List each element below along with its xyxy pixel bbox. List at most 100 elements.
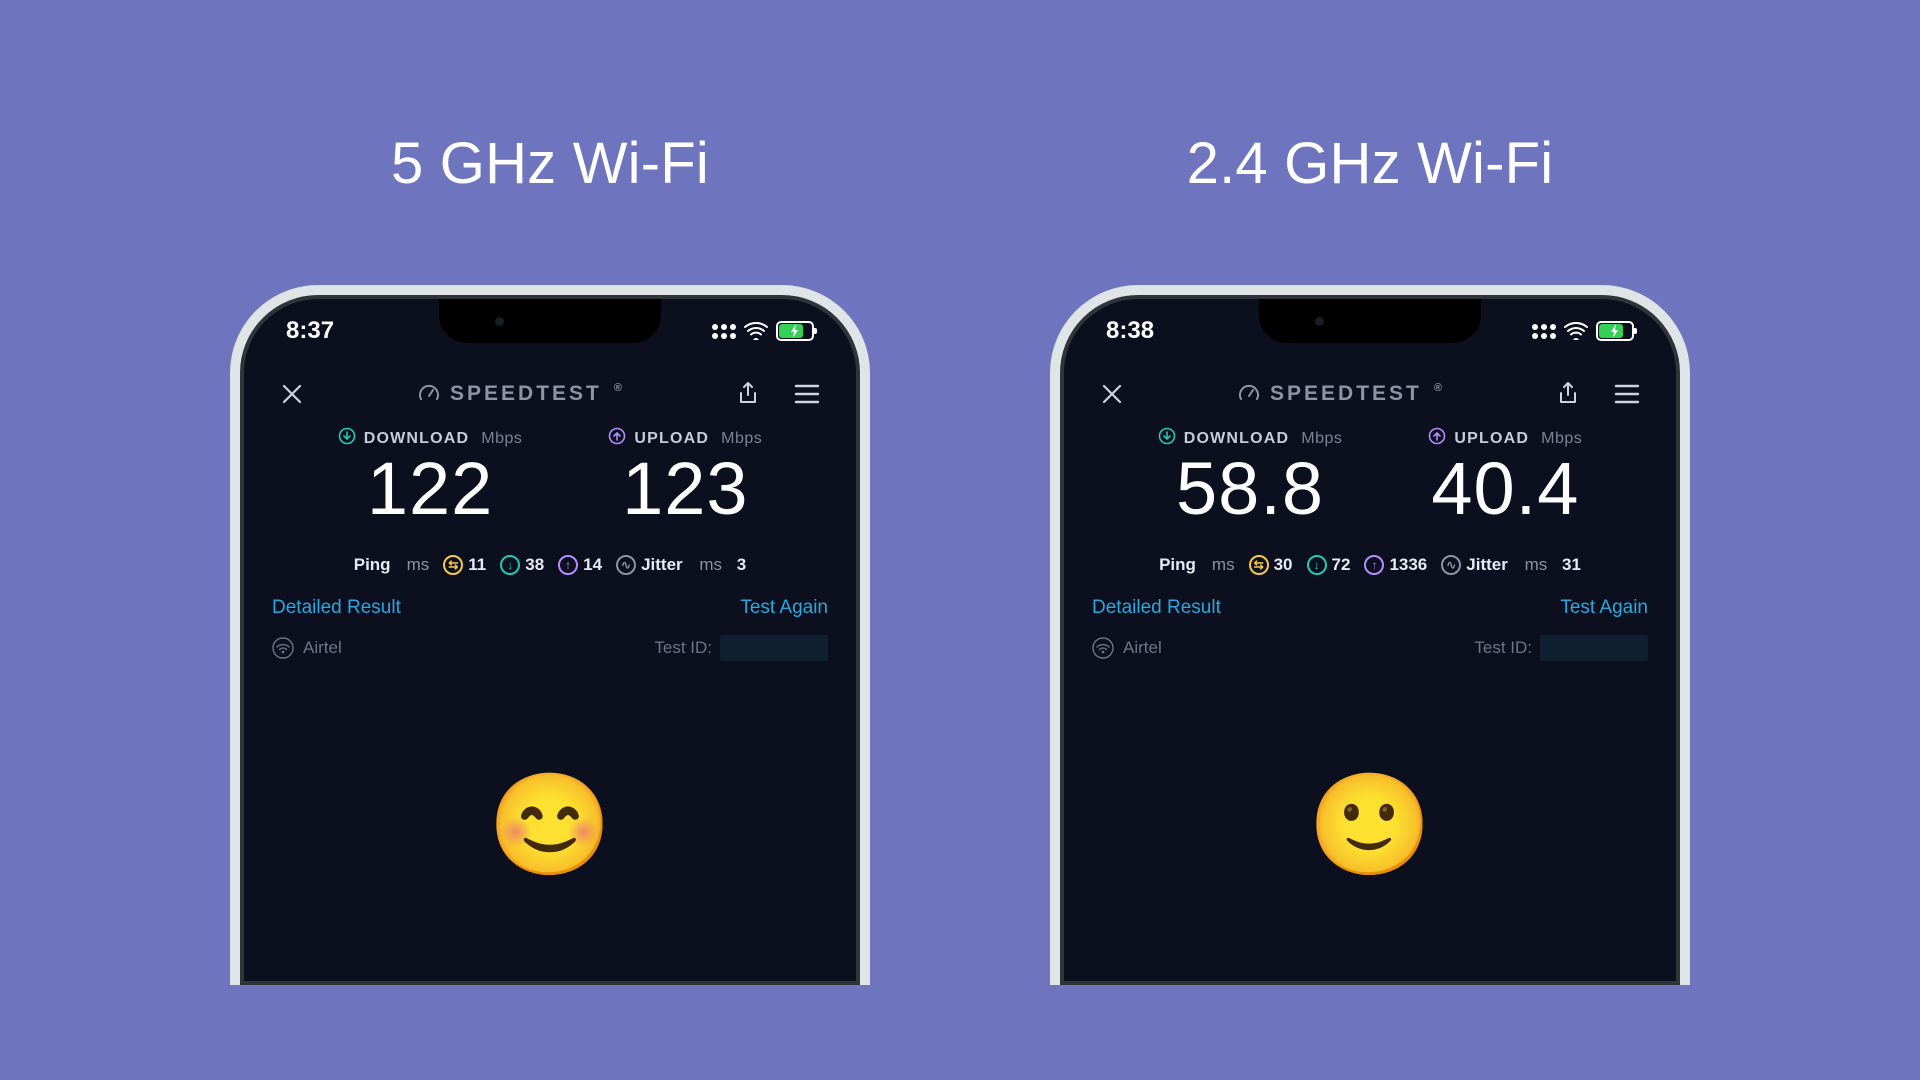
share-button[interactable]	[730, 375, 766, 413]
reaction-emoji: 🙂	[1064, 767, 1676, 884]
app-brand: SPEEDTEST ®	[418, 382, 622, 406]
download-label: DOWNLOAD	[364, 430, 470, 448]
testid-right: Test ID:	[1474, 635, 1648, 661]
upload-value: 40.4	[1431, 452, 1579, 526]
ping-upload-icon: ↑	[558, 555, 578, 575]
wifi-small-icon	[272, 637, 294, 659]
app-brand-text: SPEEDTEST	[450, 382, 602, 406]
column-24ghz: 2.4 GHz Wi-Fi 8:38	[1050, 130, 1690, 985]
app-brand: SPEEDTEST ®	[1238, 382, 1442, 406]
upload-value: 123	[622, 452, 748, 526]
trademark-symbol: ®	[1434, 382, 1442, 394]
ping-upload-value: 1336	[1389, 555, 1427, 575]
download-block: DOWNLOAD Mbps 122	[338, 427, 523, 526]
isp-left: Airtel	[272, 637, 342, 659]
column-5ghz: 5 GHz Wi-Fi 8:37	[230, 130, 870, 985]
status-right	[1532, 321, 1634, 341]
testid-redacted	[1540, 635, 1648, 661]
gauge-icon	[418, 383, 440, 405]
test-again-link[interactable]: Test Again	[740, 597, 828, 619]
battery-charging-icon	[1596, 321, 1634, 341]
ping-row: Ping ms ⇆30 ↓72 ↑1336 ∿Jitter ms 31	[1064, 555, 1676, 575]
ping-download-value: 72	[1332, 555, 1351, 575]
battery-charging-icon	[776, 321, 814, 341]
wifi-small-icon	[1092, 637, 1114, 659]
test-again-link[interactable]: Test Again	[1560, 597, 1648, 619]
detailed-result-link[interactable]: Detailed Result	[1092, 597, 1221, 619]
title-5ghz: 5 GHz Wi-Fi	[391, 130, 709, 197]
ping-label: Ping	[1159, 555, 1196, 575]
ping-upload-metric: ↑14	[558, 555, 602, 575]
status-time: 8:37	[286, 317, 334, 345]
menu-button[interactable]	[788, 377, 826, 411]
gauge-icon	[1238, 383, 1260, 405]
ping-upload-metric: ↑1336	[1364, 555, 1427, 575]
jitter-icon: ∿	[1441, 555, 1461, 575]
ping-download-icon: ↓	[1307, 555, 1327, 575]
jitter-value: 3	[737, 555, 746, 575]
download-value: 58.8	[1176, 452, 1324, 526]
ping-upload-value: 14	[583, 555, 602, 575]
jitter-label: Jitter	[641, 555, 683, 575]
download-block: DOWNLOAD Mbps 58.8	[1158, 427, 1343, 526]
ping-idle-icon: ⇆	[443, 555, 463, 575]
phone-frame-24ghz: 8:38	[1050, 285, 1690, 985]
cellular-signal-icon	[712, 324, 736, 339]
jitter-metric: ∿Jitter ms 3	[616, 555, 746, 575]
upload-label: UPLOAD	[1454, 430, 1529, 448]
download-icon	[1158, 427, 1176, 450]
link-row: Detailed Result Test Again	[1064, 597, 1676, 619]
upload-label: UPLOAD	[634, 430, 709, 448]
close-button[interactable]	[274, 376, 310, 412]
download-unit: Mbps	[1301, 430, 1342, 448]
isp-name: Airtel	[1123, 638, 1162, 658]
phone-screen: 8:38	[1060, 295, 1680, 985]
speed-row: DOWNLOAD Mbps 58.8 UPLOAD Mbps 40.4	[1064, 427, 1676, 526]
ping-download-metric: ↓72	[1307, 555, 1351, 575]
notch	[1259, 299, 1481, 343]
jitter-unit: ms	[1525, 555, 1548, 575]
link-row: Detailed Result Test Again	[244, 597, 856, 619]
trademark-symbol: ®	[614, 382, 622, 394]
speed-row: DOWNLOAD Mbps 122 UPLOAD Mbps 123	[244, 427, 856, 526]
upload-block: UPLOAD Mbps 40.4	[1428, 427, 1582, 526]
status-time: 8:38	[1106, 317, 1154, 345]
status-right	[712, 321, 814, 341]
detailed-result-link[interactable]: Detailed Result	[272, 597, 401, 619]
upload-block: UPLOAD Mbps 123	[608, 427, 762, 526]
download-unit: Mbps	[481, 430, 522, 448]
phone-frame-5ghz: 8:37	[230, 285, 870, 985]
testid-right: Test ID:	[654, 635, 828, 661]
ping-idle-metric: ⇆11	[443, 555, 486, 575]
ping-row: Ping ms ⇆11 ↓38 ↑14 ∿Jitter ms 3	[244, 555, 856, 575]
notch	[439, 299, 661, 343]
app-brand-text: SPEEDTEST	[1270, 382, 1422, 406]
close-button[interactable]	[1094, 376, 1130, 412]
share-button[interactable]	[1550, 375, 1586, 413]
jitter-label: Jitter	[1466, 555, 1508, 575]
app-header: SPEEDTEST ®	[244, 375, 856, 413]
ping-label: Ping	[354, 555, 391, 575]
download-icon	[338, 427, 356, 450]
menu-button[interactable]	[1608, 377, 1646, 411]
testid-redacted	[720, 635, 828, 661]
testid-label: Test ID:	[654, 638, 712, 658]
ping-download-icon: ↓	[500, 555, 520, 575]
ping-unit: ms	[407, 555, 430, 575]
ping-upload-icon: ↑	[1364, 555, 1384, 575]
ping-download-value: 38	[525, 555, 544, 575]
jitter-metric: ∿Jitter ms 31	[1441, 555, 1581, 575]
cellular-signal-icon	[1532, 324, 1556, 339]
ping-idle-value: 11	[468, 555, 486, 575]
testid-label: Test ID:	[1474, 638, 1532, 658]
isp-name: Airtel	[303, 638, 342, 658]
wifi-icon	[744, 322, 768, 340]
reaction-emoji: 😊	[244, 767, 856, 884]
ping-unit: ms	[1212, 555, 1235, 575]
download-value: 122	[367, 452, 493, 526]
jitter-icon: ∿	[616, 555, 636, 575]
upload-unit: Mbps	[1541, 430, 1582, 448]
jitter-value: 31	[1562, 555, 1581, 575]
ping-idle-icon: ⇆	[1249, 555, 1269, 575]
isp-row: Airtel Test ID:	[1064, 635, 1676, 661]
